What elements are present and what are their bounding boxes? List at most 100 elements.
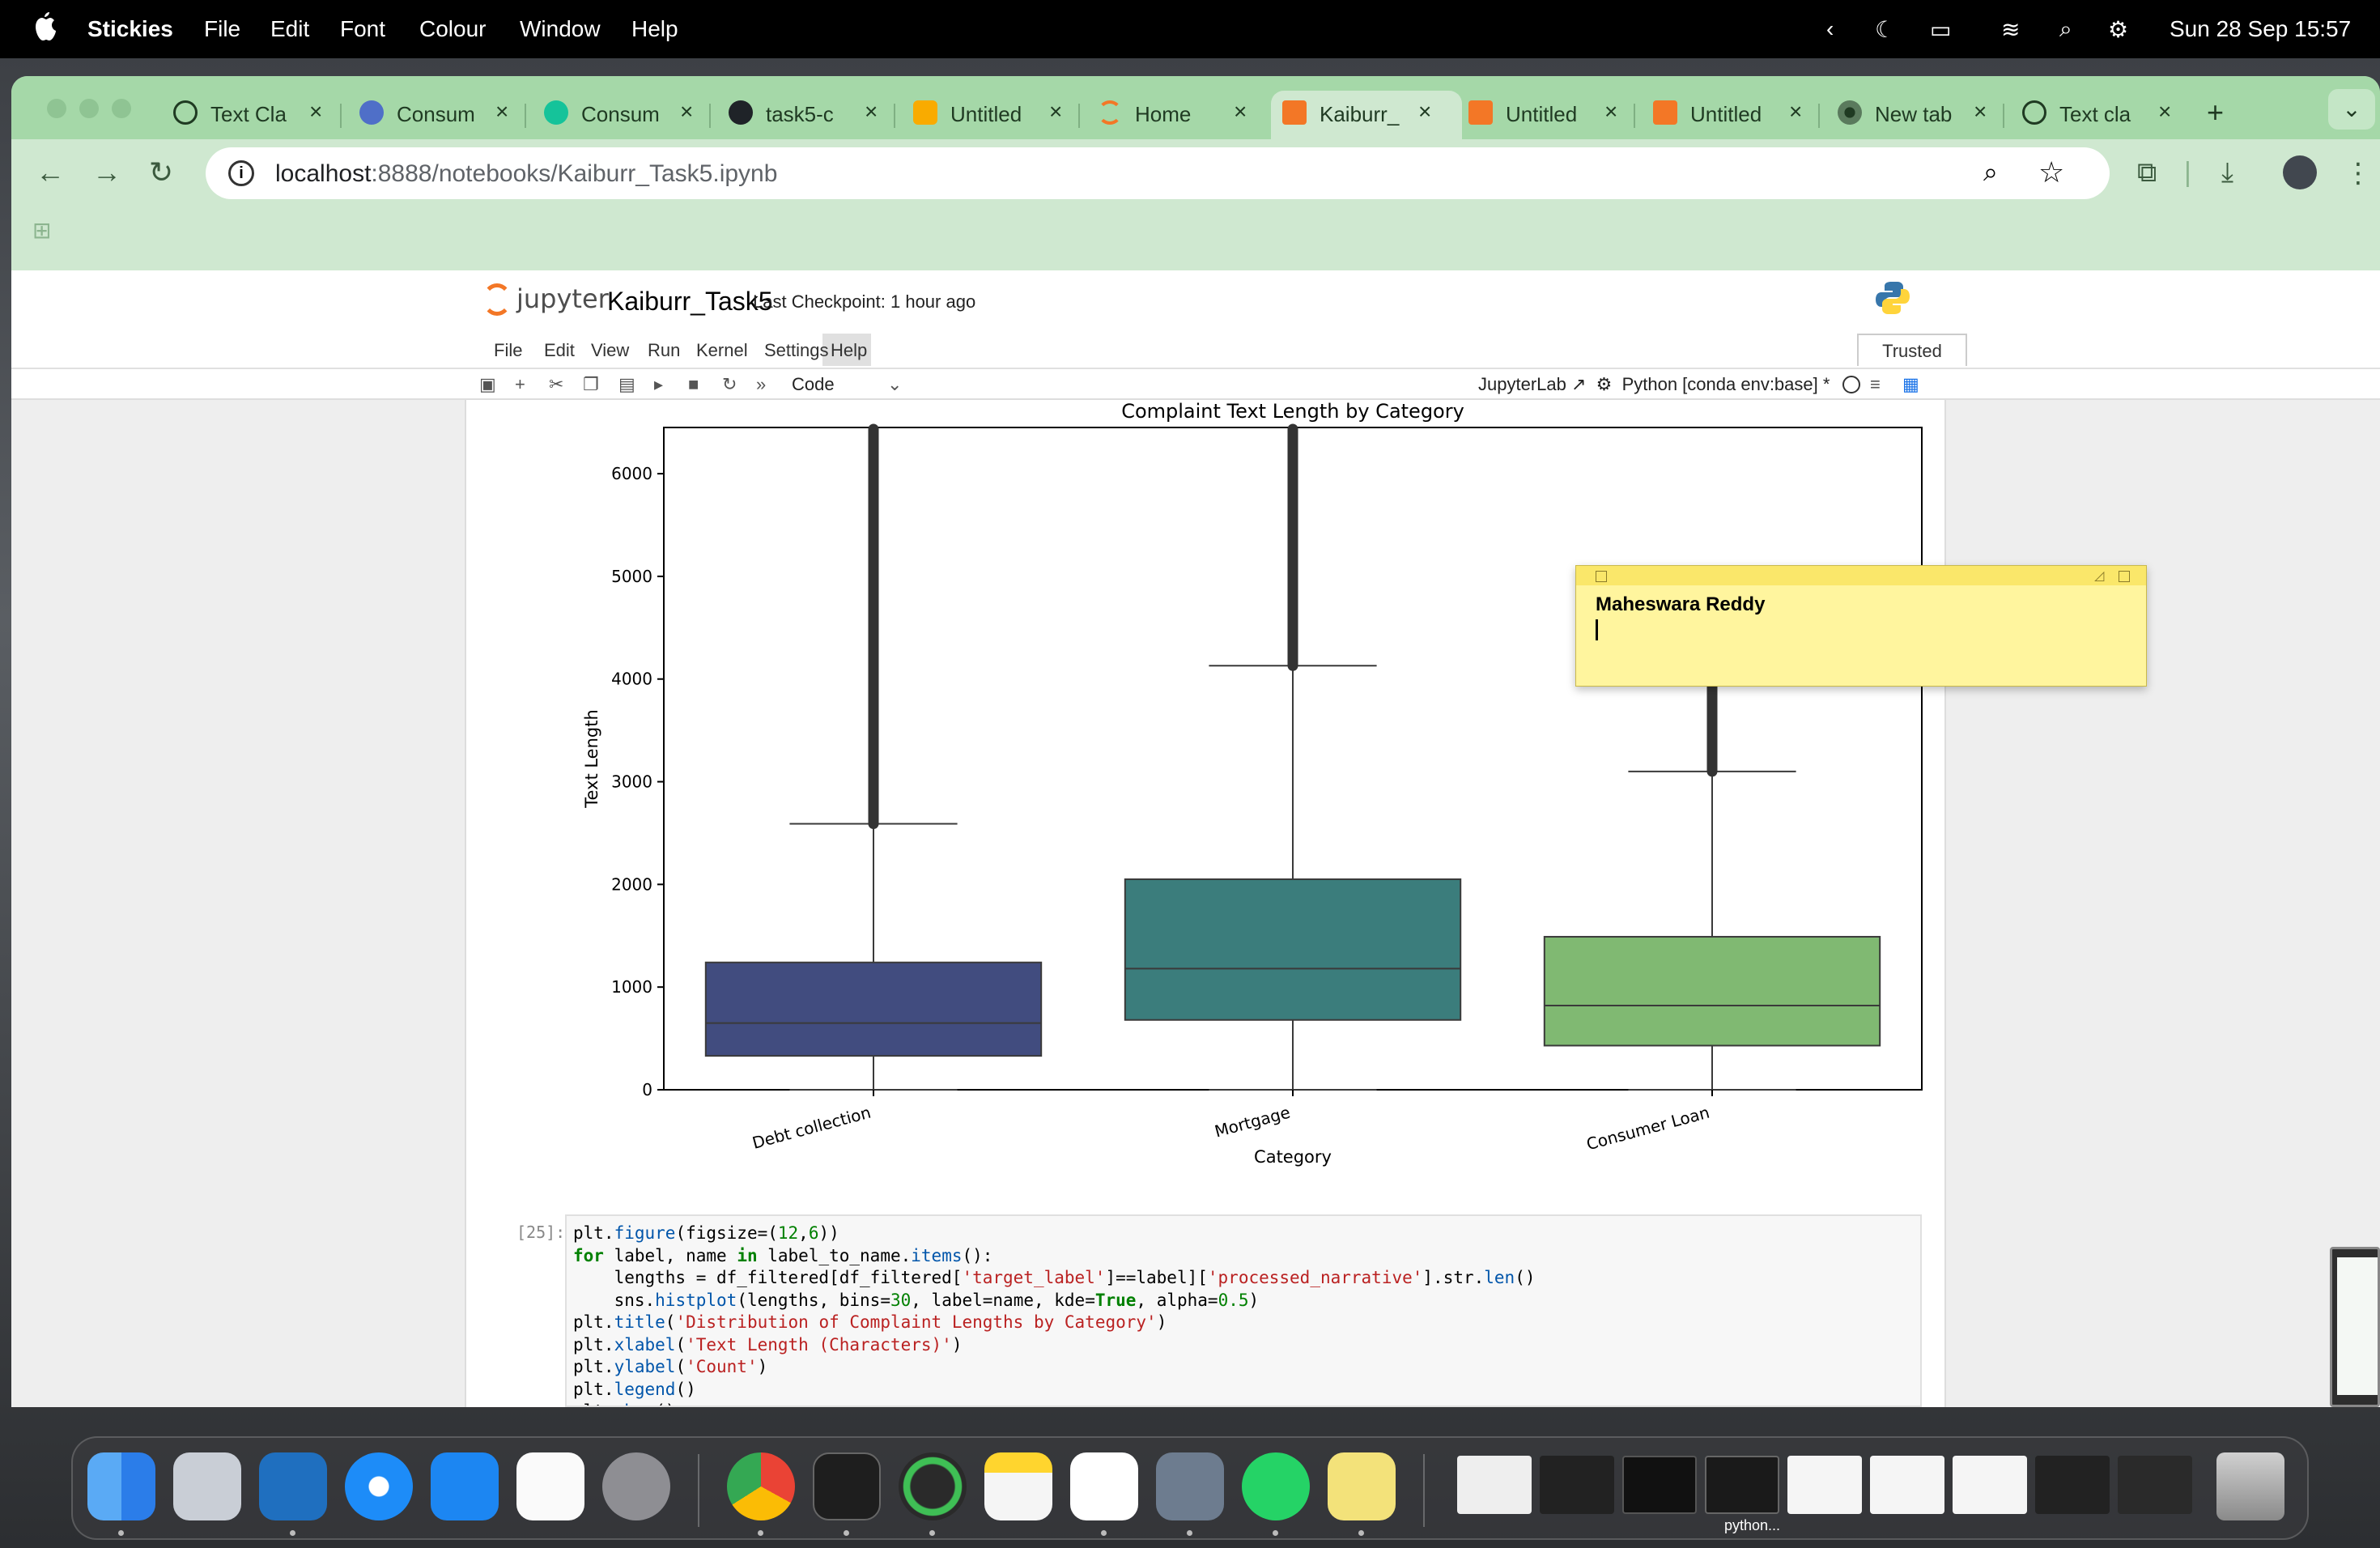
- code-cell-editor[interactable]: plt.figure(figsize=(12,6)) for label, nam…: [565, 1214, 1922, 1407]
- freeform-icon[interactable]: [1070, 1452, 1138, 1520]
- property-inspector-icon[interactable]: ▦: [1902, 374, 1919, 395]
- chevron-down-icon[interactable]: ⌄: [887, 374, 902, 395]
- close-tab-icon[interactable]: ×: [865, 99, 878, 125]
- system-settings-icon[interactable]: [602, 1452, 670, 1520]
- menu-help[interactable]: Help: [631, 16, 678, 42]
- close-tab-icon[interactable]: ×: [1789, 99, 1802, 125]
- tab-jupyter-home[interactable]: Home ×: [1098, 91, 1276, 139]
- close-tab-icon[interactable]: ×: [1418, 99, 1431, 125]
- close-tab-icon[interactable]: ×: [495, 99, 508, 125]
- vscode-icon[interactable]: [259, 1452, 327, 1520]
- tab-untitled-notebook-2[interactable]: Untitled ×: [1653, 91, 1831, 139]
- reminders-icon[interactable]: [516, 1452, 584, 1520]
- back-arrow-icon[interactable]: ←: [36, 155, 65, 189]
- minimized-window-thumbnail[interactable]: [1953, 1456, 2027, 1514]
- menu-colour[interactable]: Colour: [419, 16, 486, 42]
- jupyterlab-link[interactable]: JupyterLab: [1478, 374, 1566, 394]
- app-name[interactable]: Stickies: [87, 16, 173, 42]
- close-tab-icon[interactable]: ×: [1234, 99, 1247, 125]
- bookmark-star-icon[interactable]: ☆: [2038, 155, 2064, 189]
- chevron-left-icon[interactable]: ‹: [1826, 16, 1834, 42]
- paste-icon[interactable]: ▤: [618, 374, 635, 395]
- apple-menu-icon[interactable]: [32, 11, 58, 44]
- profile-avatar[interactable]: [2283, 155, 2317, 189]
- close-tab-icon[interactable]: ×: [1604, 99, 1617, 125]
- preview-icon[interactable]: [1156, 1452, 1224, 1520]
- tab-new-tab[interactable]: New tab ×: [1838, 91, 2016, 139]
- tab-text-classification-1[interactable]: Text Cla ×: [173, 91, 351, 139]
- save-icon[interactable]: ▣: [479, 374, 496, 395]
- tab-search-button[interactable]: ⌄: [2328, 89, 2375, 130]
- minimized-window-thumbnail[interactable]: [1457, 1456, 1532, 1514]
- tab-kaiburr-notebook[interactable]: Kaiburr_ ×: [1271, 91, 1462, 139]
- close-tab-icon[interactable]: ×: [2158, 99, 2171, 125]
- launchpad-icon[interactable]: [173, 1452, 241, 1520]
- sticky-note[interactable]: ◿ Maheswara Reddy: [1575, 565, 2147, 687]
- minimized-window-thumbnail[interactable]: [1705, 1456, 1779, 1514]
- tab-colab-untitled[interactable]: Untitled ×: [913, 91, 1091, 139]
- sticky-zoom-button[interactable]: [2119, 571, 2130, 582]
- close-tab-icon[interactable]: ×: [680, 99, 693, 125]
- forward-arrow-icon[interactable]: →: [92, 155, 121, 189]
- notes-icon[interactable]: [984, 1452, 1052, 1520]
- close-window-button[interactable]: [47, 99, 66, 118]
- trusted-indicator[interactable]: Trusted: [1857, 334, 1967, 366]
- menu-font[interactable]: Font: [340, 16, 385, 42]
- minimized-window-thumbnail[interactable]: [1622, 1456, 1697, 1514]
- stickies-icon[interactable]: [1328, 1452, 1396, 1520]
- copy-icon[interactable]: ❐: [583, 374, 599, 395]
- jmenu-view[interactable]: View: [591, 340, 629, 361]
- minimized-window-thumbnail[interactable]: [2035, 1456, 2110, 1514]
- app-store-icon[interactable]: [431, 1452, 499, 1520]
- sticky-text[interactable]: Maheswara Reddy: [1596, 593, 1765, 616]
- kernel-status[interactable]: JupyterLab ↗ ⚙ Python [conda env:base] *: [1478, 374, 1830, 395]
- tab-consumer-dictionary[interactable]: Consum ×: [359, 91, 538, 139]
- tab-untitled-notebook-1[interactable]: Untitled ×: [1468, 91, 1647, 139]
- finder-icon[interactable]: [87, 1452, 155, 1520]
- address-bar[interactable]: i localhost:8888/notebooks/Kaiburr_Task5…: [206, 147, 2110, 199]
- jmenu-help[interactable]: Help: [831, 340, 867, 361]
- insert-cell-icon[interactable]: +: [515, 374, 525, 395]
- menu-edit[interactable]: Edit: [270, 16, 309, 42]
- run-cell-icon[interactable]: ▸: [654, 374, 663, 395]
- terminal-icon[interactable]: [813, 1452, 881, 1520]
- tab-text-classification-2[interactable]: Text cla ×: [2022, 91, 2200, 139]
- sticky-close-button[interactable]: [1596, 571, 1607, 582]
- site-info-icon[interactable]: i: [228, 160, 254, 186]
- run-all-icon[interactable]: »: [756, 374, 766, 395]
- chrome-icon[interactable]: [727, 1452, 795, 1520]
- kernel-name[interactable]: Python [conda env:base] *: [1622, 374, 1830, 394]
- jupyter-logo[interactable]: jupyter: [482, 280, 628, 321]
- more-menu-icon[interactable]: ⋮: [2344, 157, 2372, 189]
- extensions-icon[interactable]: ⧉: [2137, 157, 2157, 189]
- safari-icon[interactable]: [345, 1452, 413, 1520]
- cut-icon[interactable]: ✂: [549, 374, 563, 395]
- maximize-window-button[interactable]: [112, 99, 131, 118]
- url-text[interactable]: localhost:8888/notebooks/Kaiburr_Task5.i…: [275, 160, 777, 188]
- jmenu-file[interactable]: File: [494, 340, 522, 361]
- new-tab-button[interactable]: +: [2207, 96, 2224, 130]
- trash-icon[interactable]: [2216, 1452, 2284, 1520]
- menu-file[interactable]: File: [204, 16, 240, 42]
- minimize-window-button[interactable]: [79, 99, 99, 118]
- tab-github-task5[interactable]: task5-c ×: [729, 91, 907, 139]
- zoom-icon[interactable]: ⌕: [1983, 157, 1998, 188]
- minimized-window-thumbnail[interactable]: [1787, 1456, 1862, 1514]
- apps-grid-icon[interactable]: ⊞: [32, 217, 57, 243]
- reload-icon[interactable]: ↻: [149, 155, 173, 189]
- window-preview-thumbnail[interactable]: [2330, 1247, 2380, 1407]
- wifi-icon[interactable]: ≋: [2001, 16, 2020, 43]
- spotlight-search-icon[interactable]: ⌕: [2059, 16, 2072, 43]
- sticky-title-bar[interactable]: [1576, 566, 2146, 585]
- notebook-title[interactable]: Kaiburr_Task5: [607, 287, 773, 317]
- menu-lines-icon[interactable]: ≡: [1870, 374, 1881, 395]
- battery-icon[interactable]: ▭: [1930, 16, 1951, 43]
- minimized-window-thumbnail[interactable]: [1870, 1456, 1944, 1514]
- cell-type-select[interactable]: Code: [792, 374, 835, 395]
- menu-window[interactable]: Window: [520, 16, 601, 42]
- stop-icon[interactable]: ■: [688, 374, 699, 395]
- minimized-window-thumbnail[interactable]: [1540, 1456, 1614, 1514]
- whatsapp-icon[interactable]: [1242, 1452, 1310, 1520]
- tab-consumer-grammarly[interactable]: Consum ×: [544, 91, 722, 139]
- downloads-icon[interactable]: ⤓: [2221, 157, 2233, 189]
